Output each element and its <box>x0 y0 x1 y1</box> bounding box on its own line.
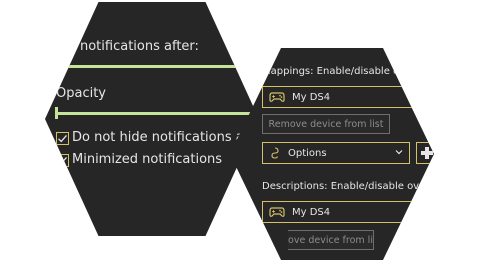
controller-glyph-icon <box>421 147 433 159</box>
descriptions-device-item[interactable]: My DS4 <box>262 201 434 223</box>
checkmark-icon <box>58 156 67 165</box>
gamepad-icon <box>269 91 285 103</box>
remove-device-button[interactable]: Remove device from list <box>262 114 390 134</box>
gamepad-icon <box>269 206 285 218</box>
remove-device-partial-button[interactable]: ove device from li <box>288 230 374 250</box>
hide-shift-notifications-checkbox[interactable] <box>56 132 69 145</box>
hexagon-preview-stage: ide notifications after: Opacity Do not … <box>0 0 480 260</box>
hide-shift-notifications-label: Do not hide notifications about Shift <box>72 130 259 145</box>
opacity-label: Opacity <box>56 86 107 101</box>
minimized-notifications-label: Minimized notifications <box>72 152 223 167</box>
hide-after-slider-thumb[interactable] <box>55 60 58 72</box>
hide-notifications-label: ide notifications after: <box>56 39 199 54</box>
hide-after-slider-track[interactable] <box>55 65 259 68</box>
mappings-device-item[interactable]: My DS4 <box>262 86 434 108</box>
opacity-slider-track[interactable] <box>55 112 259 115</box>
overlay-settings-hexagon: Mappings: Enable/disable overlay wi My D… <box>230 48 434 260</box>
mappings-device-name: My DS4 <box>292 91 331 103</box>
mappings-overlay-label: Mappings: Enable/disable overlay wi <box>262 66 434 77</box>
chevron-down-icon <box>395 150 403 155</box>
checkmark-icon <box>58 134 67 143</box>
opacity-slider-thumb[interactable] <box>55 107 58 119</box>
minimized-notifications-checkbox[interactable] <box>56 154 69 167</box>
hook-icon <box>271 147 279 159</box>
options-select[interactable]: Options <box>262 142 410 164</box>
descriptions-overlay-label: Descriptions: Enable/disable overlay wit… <box>262 181 434 192</box>
notifications-settings-hexagon: ide notifications after: Opacity Do not … <box>45 2 259 236</box>
descriptions-device-name: My DS4 <box>292 206 331 218</box>
side-controller-button[interactable] <box>416 142 434 164</box>
options-select-value: Options <box>288 147 327 159</box>
